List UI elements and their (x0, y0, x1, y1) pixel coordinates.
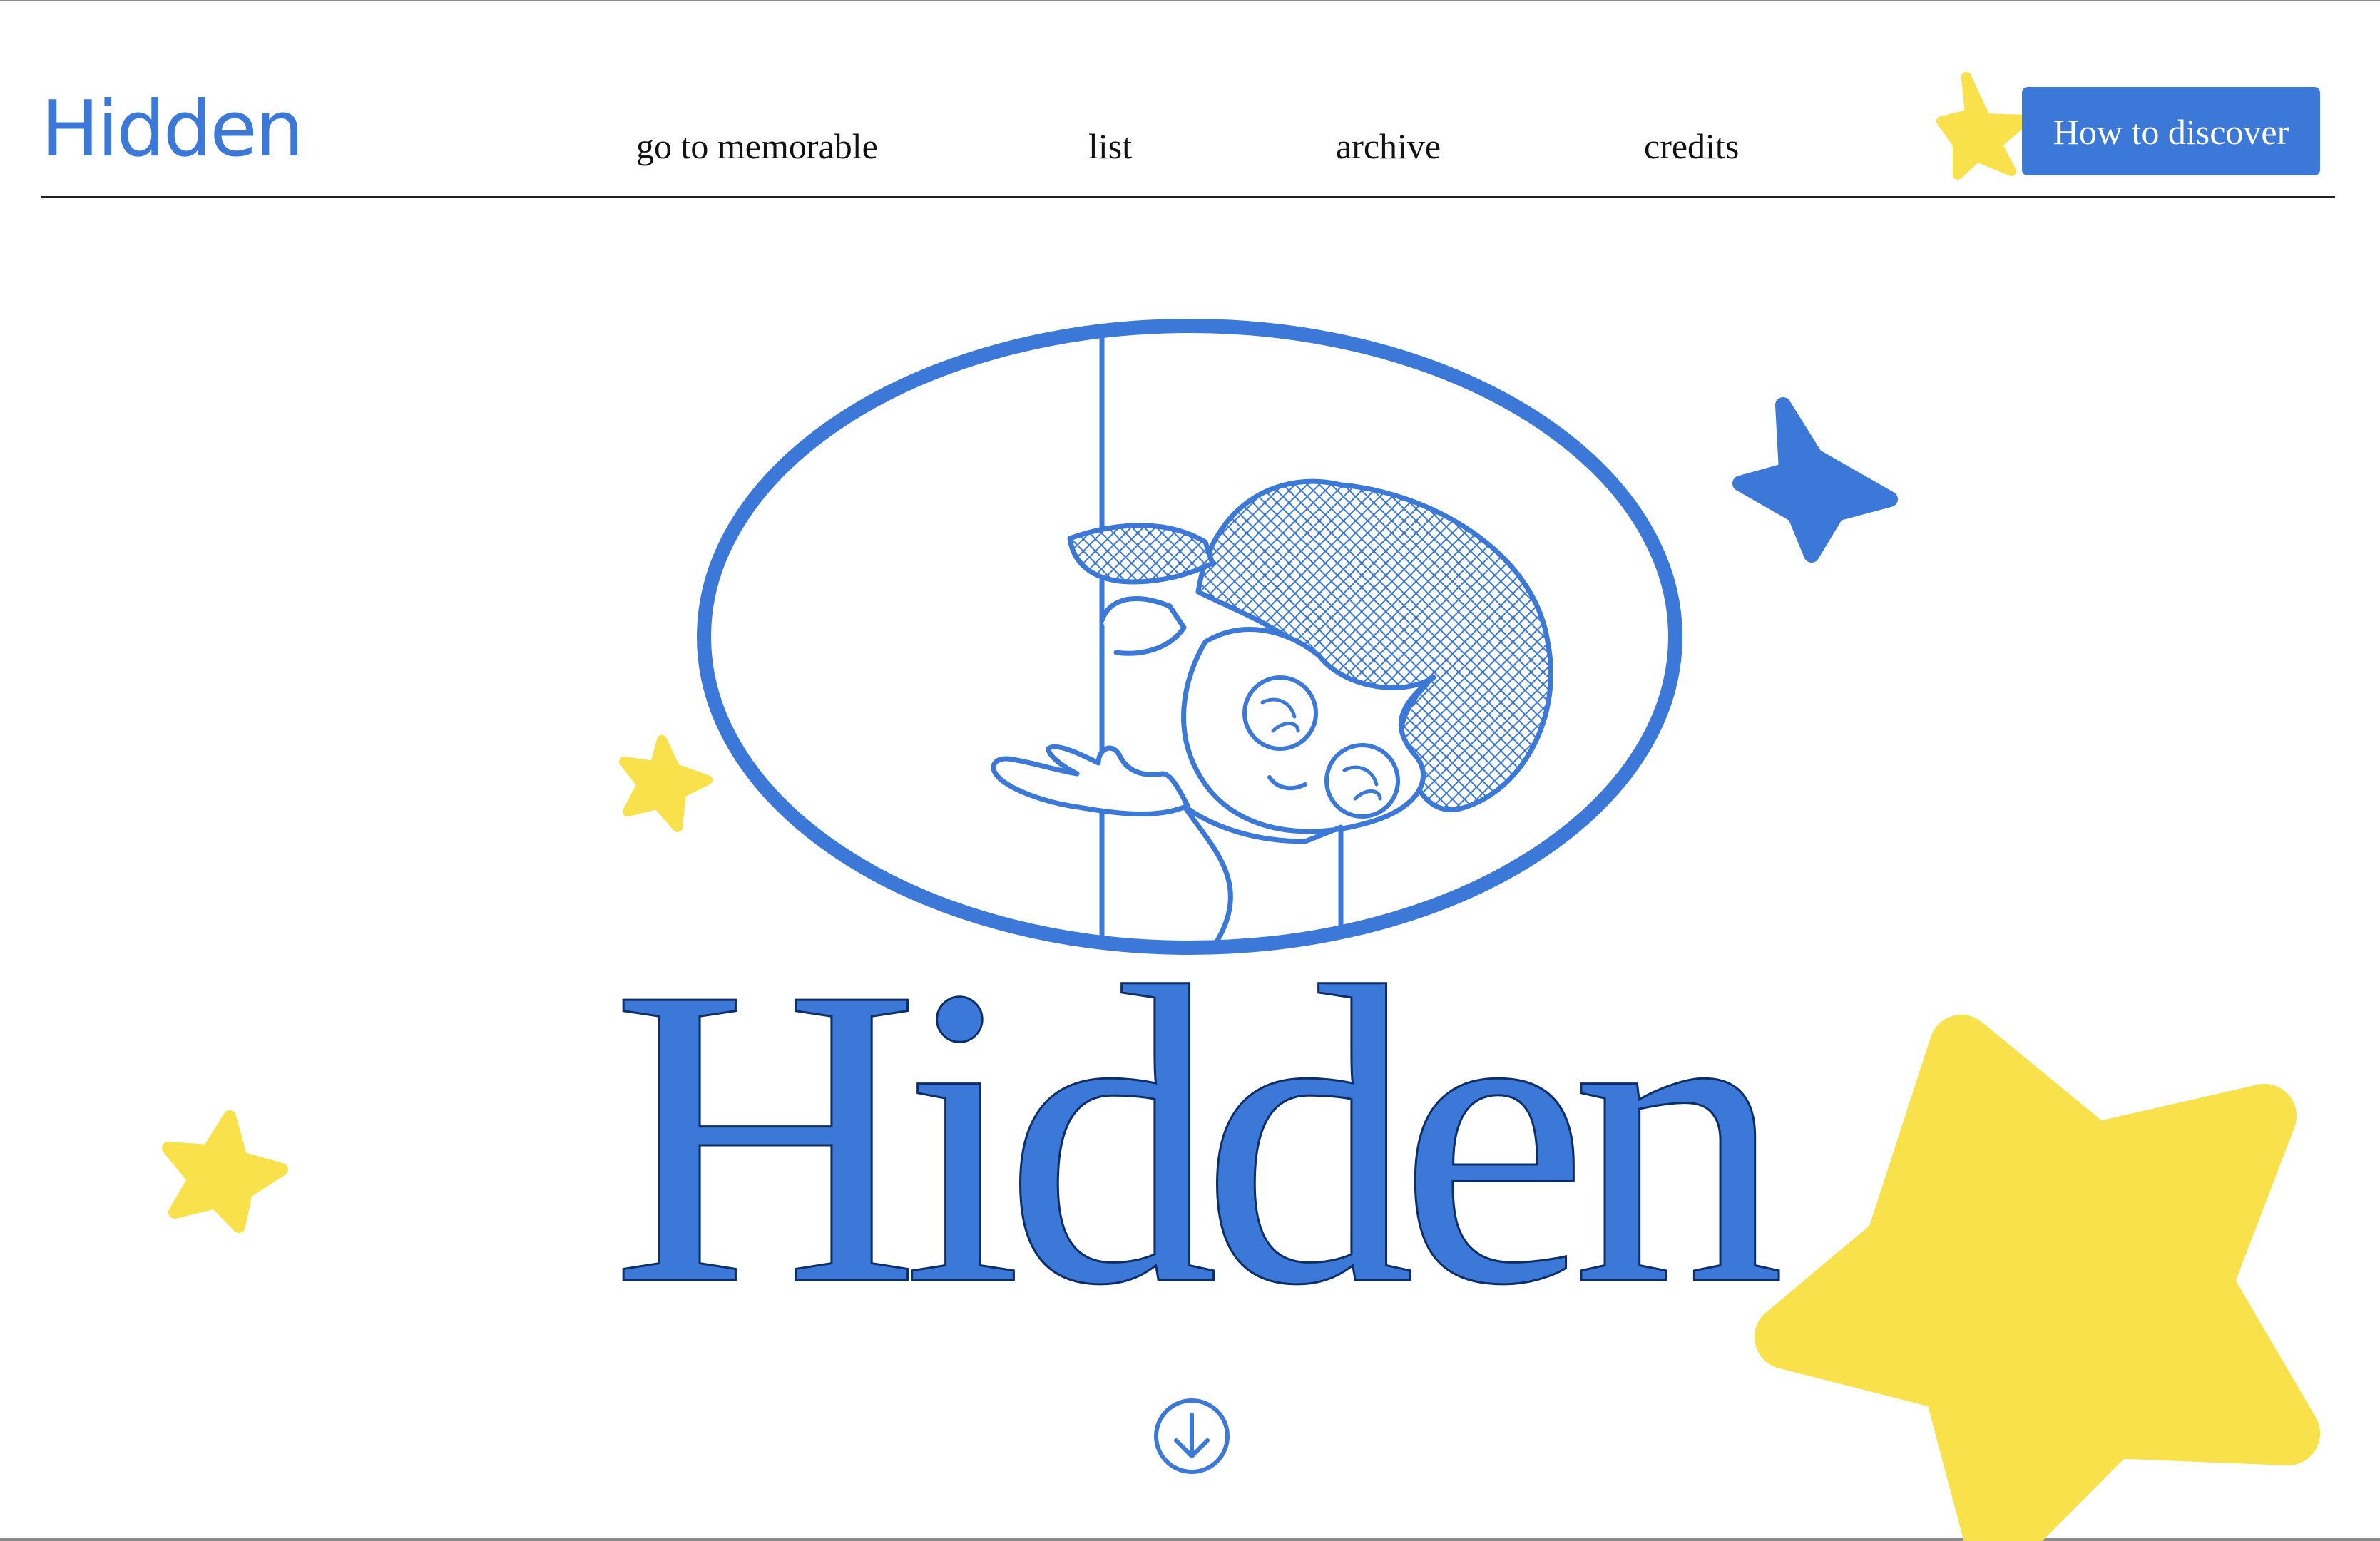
hero-title: Hidden (611, 899, 1785, 1373)
star-icon (619, 735, 713, 832)
how-to-discover-button[interactable]: How to discover (2022, 87, 2320, 175)
character-illustration (697, 319, 1682, 955)
scroll-down-button[interactable] (1152, 1396, 1232, 1476)
hero-artwork: Hidden (162, 319, 2320, 1541)
star-icon (1732, 397, 1898, 563)
star-icon (1755, 1015, 2320, 1541)
star-icon (162, 1110, 288, 1233)
arrow-down-circle-icon (1154, 1398, 1230, 1474)
